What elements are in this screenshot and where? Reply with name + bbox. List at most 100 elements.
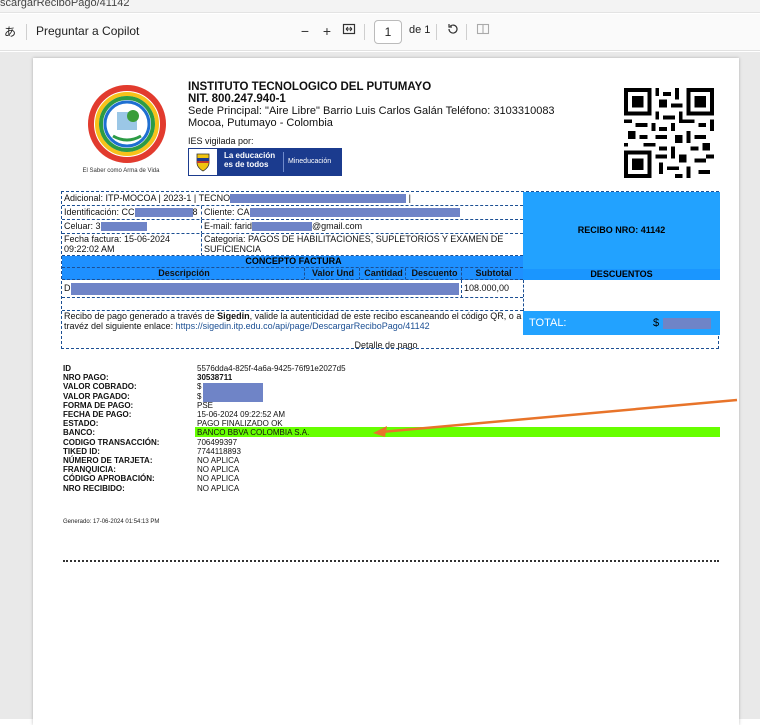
detail-label: TIKED ID: bbox=[63, 446, 100, 456]
detail-value: 30538711 bbox=[197, 373, 233, 383]
url-text: scargarReciboPago/41142 bbox=[0, 0, 130, 9]
col-descripcion: Descripción bbox=[62, 268, 305, 279]
concepto-header: CONCEPTO FACTURA bbox=[62, 256, 523, 268]
validation-note: Recibo de pago generado a través de Sige… bbox=[62, 311, 523, 335]
detail-label: NRO RECIBIDO: bbox=[63, 483, 125, 493]
detail-value: $ bbox=[197, 391, 202, 401]
note-text-2: , valide la autenticidad de este recibo … bbox=[249, 311, 522, 321]
fecha-cell: Fecha factura: 15-06-2024 09:22:02 AM bbox=[62, 234, 202, 255]
rotate-icon[interactable] bbox=[444, 22, 462, 42]
institution-address: Sede Principal: "Aire Libre" Barrio Luis… bbox=[188, 105, 555, 117]
detail-label: FRANQUICIA: bbox=[63, 465, 116, 475]
celular-cell: Celuar: 3 bbox=[62, 220, 202, 233]
detalle-title: Detalle de pago bbox=[354, 340, 418, 350]
toolbar-divider bbox=[26, 24, 27, 40]
detail-label: NÚMERO DE TARJETA: bbox=[63, 456, 153, 465]
institution-nit: NIT. 800.247.940-1 bbox=[188, 93, 286, 105]
redaction-mark bbox=[70, 282, 459, 295]
detail-value: NO APLICA bbox=[197, 483, 240, 493]
detail-value: 15-06-2024 09:22:52 AM bbox=[197, 410, 286, 419]
pdf-viewer[interactable]: El Saber como Arma de Vida INSTITUTO TEC… bbox=[0, 52, 760, 725]
redaction-mark bbox=[134, 208, 193, 218]
note-text-3: travéz del siguiente enlace: bbox=[64, 321, 176, 331]
item-subtotal: 108.000,00 bbox=[464, 283, 510, 293]
logo-caption: El Saber como Arma de Vida bbox=[82, 168, 160, 174]
toolbar-divider bbox=[364, 24, 365, 40]
toolbar-divider bbox=[436, 24, 437, 40]
redaction-mark bbox=[100, 222, 147, 232]
descuentos-cell bbox=[523, 280, 720, 311]
detail-value: NO APLICA bbox=[197, 465, 240, 475]
zoom-out-button[interactable]: − bbox=[296, 22, 314, 42]
fecha-row: Fecha factura: 15-06-2024 09:22:02 AM Ca… bbox=[62, 234, 523, 256]
total-label: TOTAL: bbox=[529, 317, 567, 329]
detail-label: CODIGO TRANSACCIÓN: bbox=[63, 437, 160, 447]
detail-label: ESTADO: bbox=[63, 419, 99, 429]
detail-label: FORMA DE PAGO: bbox=[63, 400, 134, 410]
redaction-mark bbox=[252, 222, 313, 232]
col-subtotal: Subtotal bbox=[475, 268, 512, 278]
read-aloud-icon[interactable]: あ bbox=[4, 23, 16, 40]
generated-timestamp: Generado: 17-06-2024 01:54:13 PM bbox=[63, 519, 160, 525]
identificacion-cell: Identificación: CC 8 bbox=[62, 206, 202, 219]
item-row: D 108.000,00 bbox=[62, 280, 523, 298]
detail-label: FECHA DE PAGO: bbox=[63, 410, 132, 419]
zoom-in-button[interactable]: + bbox=[318, 22, 336, 42]
email-cell: E-mail: farid @gmail.com bbox=[202, 220, 523, 233]
id-row: Identificación: CC 8 Cliente: CA bbox=[62, 206, 523, 220]
two-page-icon[interactable] bbox=[474, 22, 492, 42]
toolbar-divider bbox=[466, 24, 467, 40]
identificacion-tail: 8 bbox=[192, 207, 198, 217]
page-count: de 1 bbox=[409, 24, 431, 36]
institution-header: INSTITUTO TECNOLOGICO DEL PUTUMAYO NIT. … bbox=[188, 81, 555, 129]
total-prefix: $ bbox=[653, 317, 660, 329]
total-box: TOTAL: $ bbox=[523, 311, 720, 335]
col-descuento: Descuento bbox=[406, 268, 462, 279]
col-valor: Valor Und bbox=[305, 268, 360, 279]
redaction-mark bbox=[249, 208, 460, 218]
detail-value: $ bbox=[197, 382, 202, 392]
detail-value: PSE bbox=[197, 400, 214, 410]
pdf-toolbar: あ Preguntar a Copilot − + 1 de 1 bbox=[0, 14, 760, 51]
cliente-cell: Cliente: CA bbox=[202, 206, 523, 219]
spacer-row bbox=[62, 298, 523, 311]
celular-text: Celuar: 3 bbox=[64, 221, 101, 231]
note-text: Recibo de pago generado a través de bbox=[64, 311, 218, 321]
annotation-arrow-icon bbox=[373, 398, 738, 437]
validation-link[interactable]: https://sigedin.itp.edu.co/api/page/Desc… bbox=[176, 321, 430, 331]
email-text: E-mail: farid bbox=[204, 221, 253, 231]
redaction-mark bbox=[663, 318, 711, 329]
contact-row: Celuar: 3 E-mail: farid @gmail.com bbox=[62, 220, 523, 234]
note-brand: Sigedin bbox=[217, 311, 250, 321]
detail-value: 706499397 bbox=[197, 437, 238, 447]
qr-code bbox=[624, 88, 714, 178]
institution-name: INSTITUTO TECNOLOGICO DEL PUTUMAYO bbox=[188, 81, 432, 93]
detail-label: ID bbox=[63, 364, 71, 373]
fit-page-icon[interactable] bbox=[340, 22, 358, 42]
mineducacion-logo: La educación es de todos Mineducación bbox=[188, 148, 342, 176]
detail-value: BANCO BBVA COLOMBIA S.A. bbox=[197, 428, 310, 438]
logo-divider bbox=[283, 152, 284, 172]
detail-label: BANCO: bbox=[63, 428, 95, 438]
address-bar[interactable]: scargarReciboPago/41142 bbox=[0, 0, 760, 13]
recibo-number: RECIBO NRO: 41142 bbox=[523, 192, 720, 269]
detail-value: NO APLICA bbox=[197, 474, 240, 484]
detail-label: NRO PAGO: bbox=[63, 373, 109, 383]
detail-label: VALOR COBRADO: bbox=[63, 382, 137, 392]
institution-city: Mocoa, Putumayo - Colombia bbox=[188, 117, 333, 129]
detail-value: NO APLICA bbox=[197, 456, 240, 465]
detail-label: VALOR PAGADO: bbox=[63, 391, 130, 401]
copilot-button[interactable]: Preguntar a Copilot bbox=[36, 24, 139, 38]
institution-logo bbox=[88, 85, 166, 163]
detail-value: 5576dda4-825f-4a6a-9425-76f91e2027d5 bbox=[197, 364, 346, 373]
adicional-text: Adicional: ITP-MOCOA | 2023-1 | TECNO bbox=[64, 193, 231, 203]
colombia-shield-icon bbox=[188, 148, 218, 176]
dotted-divider bbox=[63, 560, 719, 562]
concepto-columns: Descripción Valor Und Cantidad Descuento… bbox=[62, 268, 523, 280]
invoice-grid: Adicional: ITP-MOCOA | 2023-1 | TECNO | … bbox=[61, 191, 720, 349]
col-cantidad: Cantidad bbox=[360, 268, 406, 279]
identificacion-text: Identificación: CC bbox=[64, 207, 135, 217]
page-number-input[interactable]: 1 bbox=[374, 20, 402, 44]
vigilada-label: IES vigilada por: bbox=[188, 136, 254, 146]
descuentos-header: DESCUENTOS bbox=[523, 269, 720, 280]
